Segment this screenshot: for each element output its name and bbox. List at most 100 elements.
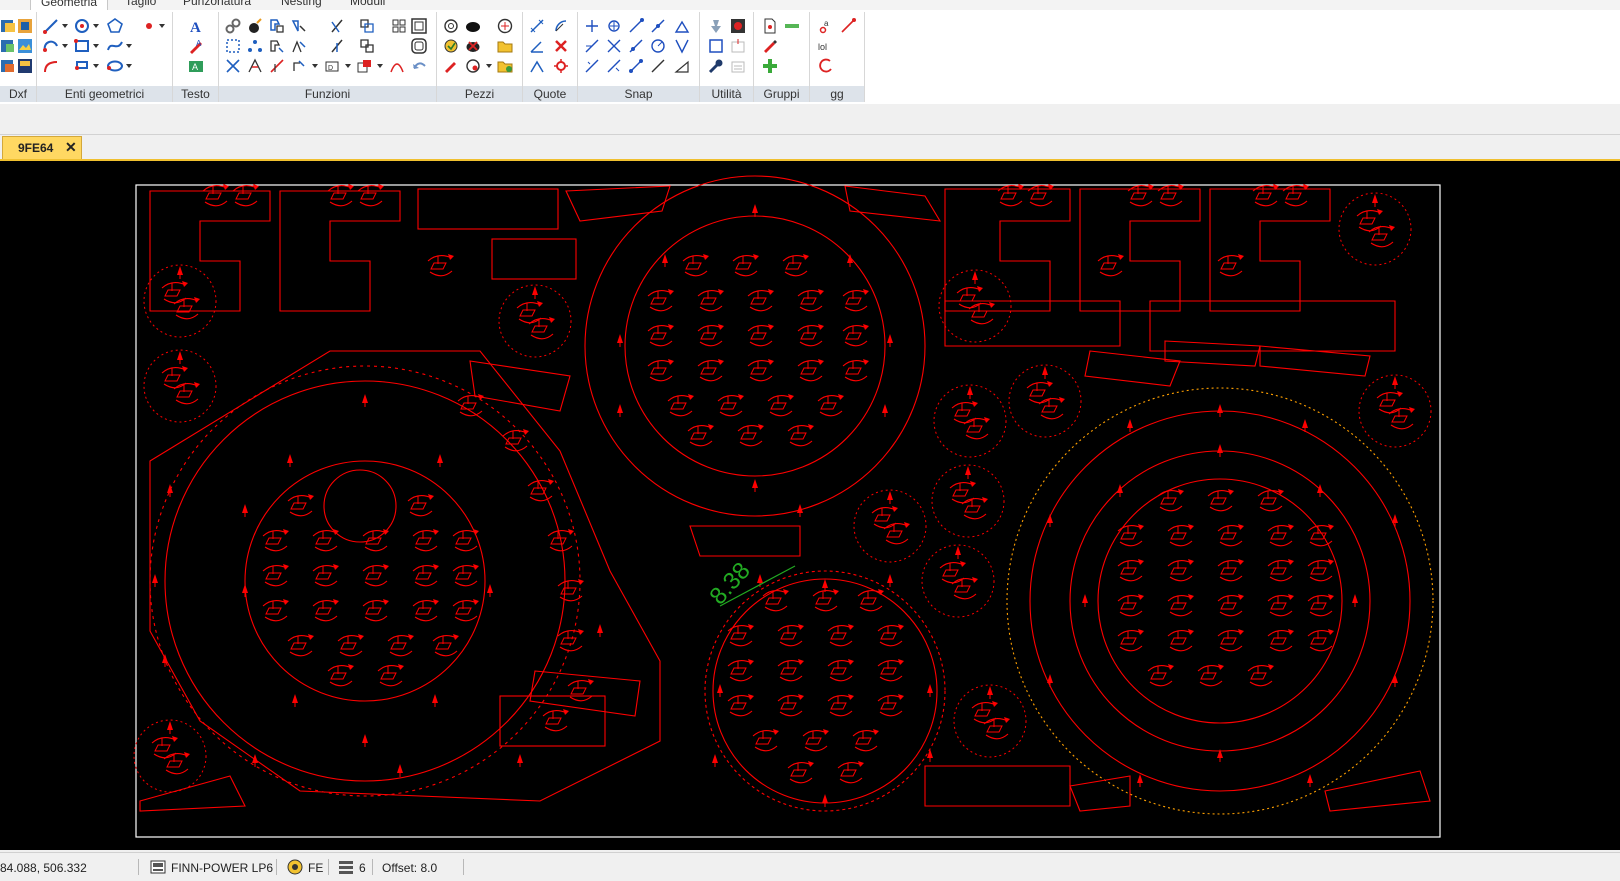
offset-value[interactable]: Offset: 8.0 xyxy=(382,861,437,875)
area-icon[interactable] xyxy=(708,38,724,54)
explode-icon[interactable] xyxy=(247,18,263,34)
spline-dropdown-icon[interactable] xyxy=(126,44,132,48)
text-edit-icon[interactable]: A xyxy=(188,38,204,54)
snap-endpoint-icon[interactable] xyxy=(584,18,600,34)
offset-icon[interactable] xyxy=(359,18,375,34)
close-icon[interactable]: ✕ xyxy=(65,139,77,156)
select-points-icon[interactable] xyxy=(247,38,263,54)
angle-cut-icon[interactable] xyxy=(269,58,285,74)
gg-pattern-icon[interactable]: lol xyxy=(818,38,834,54)
group-edit-icon[interactable] xyxy=(762,38,778,54)
frame-icon[interactable] xyxy=(411,18,427,34)
insert-block-dropdown-icon[interactable] xyxy=(377,64,383,68)
trim-icon[interactable] xyxy=(329,18,345,34)
dxf-layer-icon[interactable] xyxy=(17,18,33,34)
snap-angle-icon[interactable] xyxy=(674,18,690,34)
snap-perpendicular-icon[interactable] xyxy=(584,38,600,54)
info-icon[interactable] xyxy=(730,38,746,54)
copy-shape-icon[interactable] xyxy=(269,18,285,34)
line-icon[interactable] xyxy=(43,18,59,34)
delete-dimension-icon[interactable] xyxy=(553,38,569,54)
scale-icon[interactable] xyxy=(291,38,307,54)
part-rotate-icon[interactable] xyxy=(465,58,481,74)
snap-tangent-icon[interactable] xyxy=(674,38,690,54)
gg-arc-icon[interactable] xyxy=(818,58,834,74)
drawing-canvas[interactable]: 8.38 xyxy=(0,161,1620,850)
extend-icon[interactable] xyxy=(329,38,345,54)
slot-dropdown-icon[interactable] xyxy=(93,64,99,68)
snap-midpoint-icon[interactable] xyxy=(650,18,666,34)
document-tab[interactable]: 9FE64 ✕ xyxy=(2,136,82,159)
mirror-icon[interactable] xyxy=(291,18,307,34)
snap-relative-icon[interactable] xyxy=(606,58,622,74)
dxf-open-icon[interactable] xyxy=(0,38,16,54)
dxf-export-icon[interactable] xyxy=(0,58,16,74)
part-export-icon[interactable] xyxy=(497,58,513,74)
snap-polar-icon[interactable] xyxy=(628,58,644,74)
group-add-icon[interactable] xyxy=(762,58,778,74)
part-analyze-icon[interactable] xyxy=(497,18,513,34)
menu-tab-geometria[interactable]: Geometria xyxy=(30,0,109,10)
measure-icon[interactable] xyxy=(708,18,724,34)
tools-icon[interactable] xyxy=(708,58,724,74)
dimension-tool-dropdown-icon[interactable] xyxy=(345,64,351,68)
rectangle-dropdown-icon[interactable] xyxy=(93,44,99,48)
delete-segment-icon[interactable] xyxy=(225,58,241,74)
snap-free-icon[interactable] xyxy=(650,58,666,74)
gg-line-icon[interactable] xyxy=(840,18,856,34)
part-create-icon[interactable] xyxy=(443,38,459,54)
snap-intersection-icon[interactable] xyxy=(606,38,622,54)
line-dropdown-icon[interactable] xyxy=(62,24,68,28)
dxf-image-icon[interactable] xyxy=(17,38,33,54)
dxf-import-icon[interactable] xyxy=(0,18,16,34)
rounded-frame-icon[interactable] xyxy=(411,38,427,54)
undo-shape-icon[interactable] xyxy=(411,58,427,74)
polygon-icon[interactable] xyxy=(107,18,123,34)
snap-center-icon[interactable] xyxy=(606,18,622,34)
chamfer-icon[interactable] xyxy=(247,58,263,74)
machine-name[interactable]: FINN-POWER LP6 xyxy=(171,861,273,875)
snap-nearest-icon[interactable] xyxy=(628,38,644,54)
arc-bend-icon[interactable] xyxy=(389,58,405,74)
circle-dropdown-icon[interactable] xyxy=(93,24,99,28)
part-contour-icon[interactable] xyxy=(443,18,459,34)
break-icon[interactable] xyxy=(359,38,375,54)
ungroup-icon[interactable] xyxy=(784,18,800,34)
rotate-icon[interactable] xyxy=(291,58,307,74)
radius-dimension-icon[interactable] xyxy=(553,18,569,34)
fillet-icon[interactable] xyxy=(43,58,59,74)
spline-icon[interactable] xyxy=(107,38,123,54)
part-edit-icon[interactable] xyxy=(443,58,459,74)
slot-icon[interactable] xyxy=(74,58,90,74)
rectangle-icon[interactable] xyxy=(74,38,90,54)
gg-point-icon[interactable]: a xyxy=(818,18,834,34)
linear-dimension-icon[interactable] xyxy=(529,18,545,34)
menu-tab-moduli[interactable]: Moduli xyxy=(350,0,385,10)
snap-triangle-icon[interactable] xyxy=(674,58,690,74)
report-icon[interactable] xyxy=(730,58,746,74)
ellipse-dropdown-icon[interactable] xyxy=(126,64,132,68)
text-icon[interactable]: A xyxy=(188,18,204,34)
array-icon[interactable] xyxy=(391,18,407,34)
stretch-icon[interactable] xyxy=(269,38,285,54)
text-explode-icon[interactable]: A xyxy=(188,58,204,74)
angle-dimension-icon[interactable] xyxy=(529,38,545,54)
dimension-tool-icon[interactable]: D xyxy=(324,58,340,74)
group-info-icon[interactable] xyxy=(762,18,778,34)
rotate-dropdown-icon[interactable] xyxy=(312,64,318,68)
select-window-icon[interactable] xyxy=(225,38,241,54)
part-fill-icon[interactable] xyxy=(465,18,481,34)
dxf-save-icon[interactable] xyxy=(17,58,33,74)
ordinate-dimension-icon[interactable] xyxy=(529,58,545,74)
menu-tab-taglio[interactable]: Taglio xyxy=(125,0,156,10)
insert-block-icon[interactable] xyxy=(357,58,373,74)
circle-center-icon[interactable] xyxy=(74,18,90,34)
layer-count[interactable]: 6 xyxy=(359,861,366,875)
snap-quadrant-icon[interactable] xyxy=(650,38,666,54)
snap-line-end-icon[interactable] xyxy=(628,18,644,34)
point-dropdown-icon[interactable] xyxy=(159,24,165,28)
menu-tab-punzonatura[interactable]: Punzonatura xyxy=(183,0,251,10)
arc-dropdown-icon[interactable] xyxy=(62,44,68,48)
part-folder-icon[interactable] xyxy=(497,38,513,54)
menu-tab-nesting[interactable]: Nesting xyxy=(281,0,322,10)
